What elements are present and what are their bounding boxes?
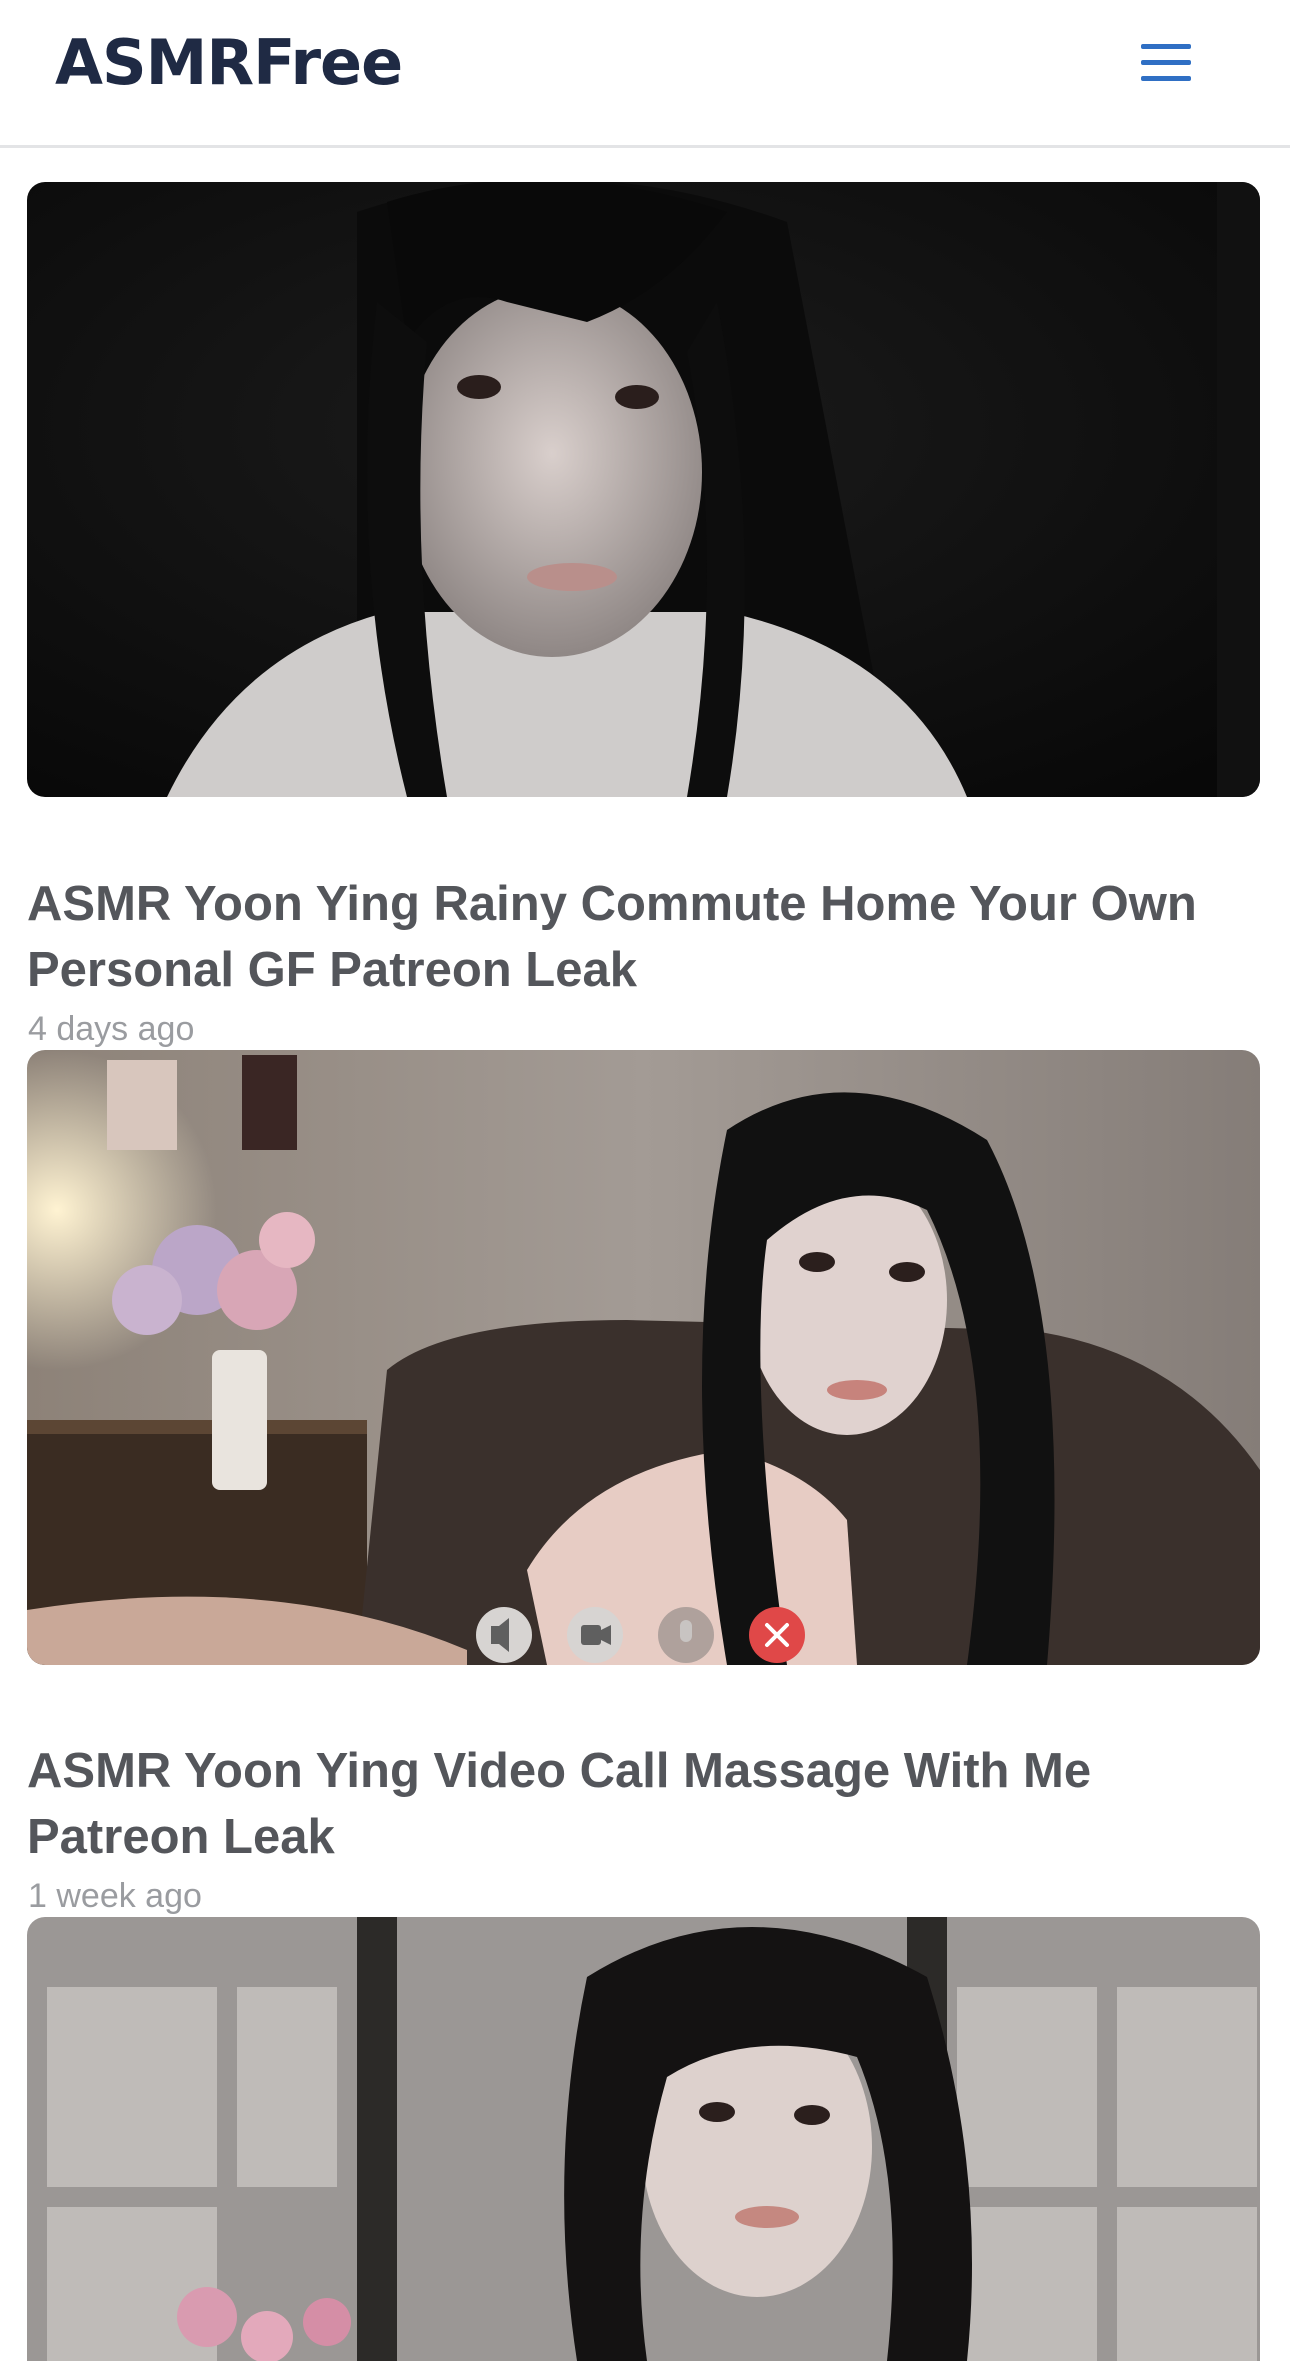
video-call-portrait-thumbnail xyxy=(27,1050,1260,1665)
post-timestamp: 1 week ago xyxy=(28,1877,202,1915)
shoji-room-portrait-thumbnail xyxy=(27,1917,1260,2361)
site-header: ASMRFree xyxy=(0,0,1290,148)
post-thumbnail[interactable] xyxy=(27,182,1260,797)
post-thumbnail[interactable] xyxy=(27,1917,1260,2361)
post-title[interactable]: ASMR Yoon Ying Rainy Commute Home Your O… xyxy=(27,871,1260,1003)
post-title[interactable]: ASMR Yoon Ying Video Call Massage With M… xyxy=(27,1738,1260,1870)
menu-bar xyxy=(1141,60,1191,65)
hamburger-menu-icon[interactable] xyxy=(1130,34,1202,94)
site-logo[interactable]: ASMRFree xyxy=(55,26,403,100)
post-thumbnail[interactable] xyxy=(27,1050,1260,1665)
menu-bar xyxy=(1141,44,1191,49)
dark-room-portrait-thumbnail xyxy=(27,182,1260,797)
post-timestamp: 4 days ago xyxy=(28,1010,195,1048)
menu-bar xyxy=(1141,76,1191,81)
